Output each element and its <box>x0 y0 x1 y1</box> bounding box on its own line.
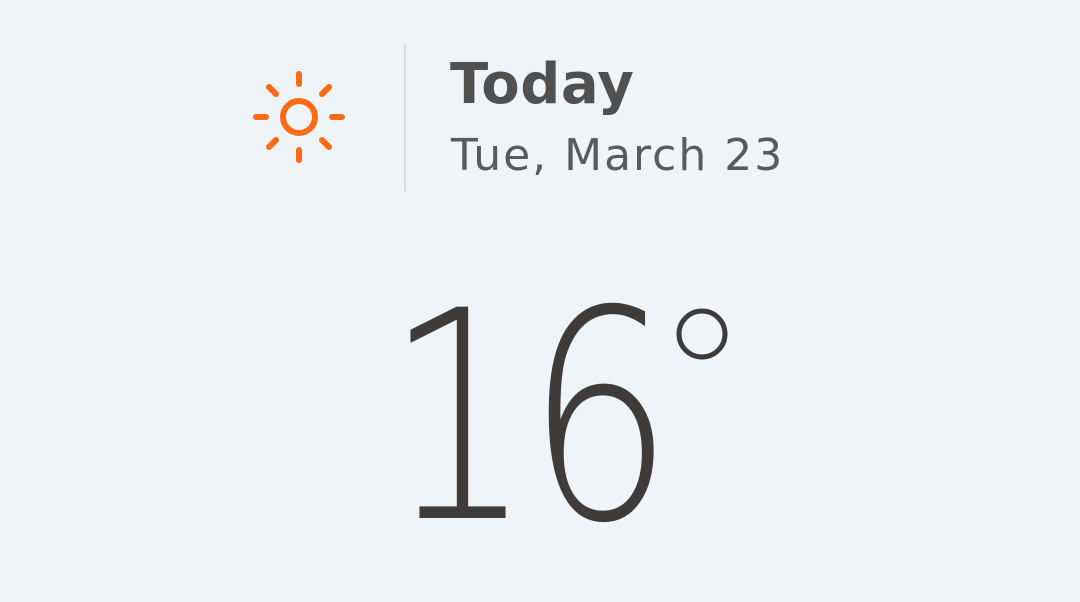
header-divider <box>404 45 406 191</box>
sun-icon <box>253 71 345 163</box>
date-text: Tue, March 23 <box>451 130 785 181</box>
temperature-value: 16 <box>385 250 674 587</box>
weather-header: Today Tue, March 23 <box>0 0 1080 200</box>
degree-icon <box>676 308 728 360</box>
day-title: Today <box>450 52 635 117</box>
